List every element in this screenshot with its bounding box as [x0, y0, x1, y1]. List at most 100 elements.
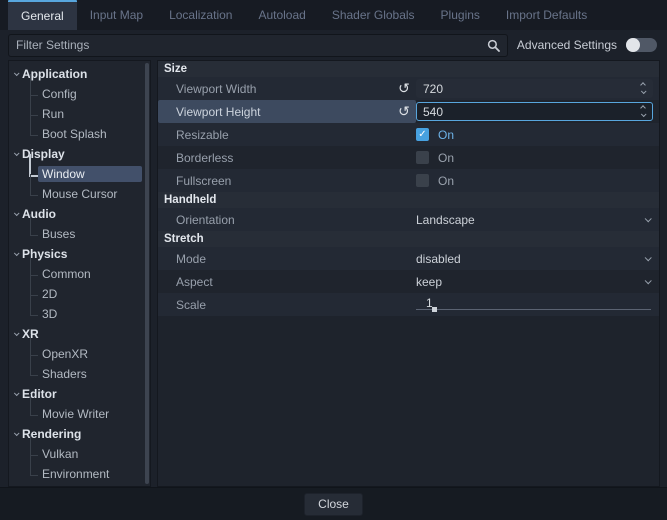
settings-tree: ApplicationConfigRunBoot SplashDisplayWi…: [8, 60, 151, 487]
toggle-knob-icon: [626, 38, 640, 52]
dropdown-value: Landscape: [416, 213, 645, 227]
tab-bar: GeneralInput MapLocalizationAutoloadShad…: [0, 0, 667, 30]
footer-bar: Close: [0, 487, 667, 520]
property-row-fullscreen[interactable]: FullscreenOn: [158, 169, 659, 192]
property-value-cell: 720: [416, 77, 659, 100]
checkbox-state-label: On: [438, 128, 454, 142]
filter-settings-input[interactable]: Filter Settings: [8, 34, 508, 57]
revert-icon[interactable]: ↺: [392, 78, 416, 99]
slider-grabber[interactable]: [432, 307, 437, 312]
chevron-down-icon: [14, 210, 20, 216]
dropdown-mode[interactable]: disabled: [416, 247, 659, 270]
settings-tree-items: ApplicationConfigRunBoot SplashDisplayWi…: [9, 64, 150, 484]
spinner-control[interactable]: [641, 106, 646, 117]
scrollbar-handle[interactable]: [145, 63, 149, 484]
property-row-viewport-height[interactable]: Viewport Height↺ 540: [158, 100, 659, 123]
spin-value: 540: [423, 105, 641, 119]
sidebar-item-3d[interactable]: 3D: [9, 304, 150, 324]
chevron-down-icon: [14, 430, 20, 436]
chevron-down-icon: [645, 277, 652, 284]
checkbox-borderless[interactable]: [416, 151, 429, 164]
sidebar-scrollbar[interactable]: [145, 63, 149, 484]
tab-plugins[interactable]: Plugins: [428, 0, 493, 30]
tab-shader-globals[interactable]: Shader Globals: [319, 0, 428, 30]
property-label: Mode: [158, 252, 416, 266]
spin-input-viewport-height[interactable]: 540: [416, 102, 653, 121]
property-label: Aspect: [158, 275, 416, 289]
advanced-settings-label: Advanced Settings: [517, 38, 617, 52]
sidebar-item-mouse-cursor[interactable]: Mouse Cursor: [9, 184, 150, 204]
sidebar-item-label: Audio: [22, 207, 56, 221]
property-label: Fullscreen: [158, 174, 416, 188]
spinner-up-icon: [640, 105, 646, 111]
advanced-settings-toggle[interactable]: [626, 38, 657, 52]
sidebar-item-label: 3D: [38, 306, 150, 322]
chevron-down-icon: [14, 250, 20, 256]
property-row-scale[interactable]: Scale1: [158, 293, 659, 316]
property-value-cell: On: [416, 169, 659, 192]
property-label-cell: Fullscreen: [158, 169, 416, 192]
sidebar-item-buses[interactable]: Buses: [9, 224, 150, 244]
spin-input-viewport-width[interactable]: 720: [416, 79, 653, 98]
sidebar-item-label: Vulkan: [38, 446, 150, 462]
sidebar-item-label: Run: [38, 106, 150, 122]
spinner-up-icon: [640, 82, 646, 88]
checkbox-resizable[interactable]: ✓: [416, 128, 429, 141]
properties-list: SizeViewport Width↺720Viewport Height↺54…: [158, 61, 659, 316]
tab-input-map[interactable]: Input Map: [77, 0, 156, 30]
property-row-mode[interactable]: Modedisabled: [158, 247, 659, 270]
property-label: Scale: [158, 298, 416, 312]
tab-import-defaults[interactable]: Import Defaults: [493, 0, 600, 30]
section-header-size: Size: [158, 61, 659, 77]
sidebar-item-label: Environment: [38, 466, 150, 482]
tab-general[interactable]: General: [8, 0, 77, 30]
property-label-cell: Viewport Width↺: [158, 77, 416, 100]
property-row-aspect[interactable]: Aspectkeep: [158, 270, 659, 293]
sidebar-item-shaders[interactable]: Shaders: [9, 364, 150, 384]
sidebar-item-label: Shaders: [38, 366, 150, 382]
dropdown-orientation[interactable]: Landscape: [416, 208, 659, 231]
property-value-cell: 540: [416, 100, 659, 123]
spinner-control[interactable]: [641, 83, 646, 94]
property-label-cell: Borderless: [158, 146, 416, 169]
tab-autoload[interactable]: Autoload: [245, 0, 318, 30]
sidebar-item-boot-splash[interactable]: Boot Splash: [9, 124, 150, 144]
sidebar-item-label: Editor: [22, 387, 57, 401]
property-label-cell: Scale: [158, 293, 416, 316]
property-label-cell: Viewport Height↺: [158, 100, 416, 123]
sidebar-item-label: 2D: [38, 286, 150, 302]
property-label-cell: Orientation: [158, 208, 416, 231]
property-label: Viewport Height: [158, 105, 392, 119]
property-row-orientation[interactable]: OrientationLandscape: [158, 208, 659, 231]
revert-icon[interactable]: ↺: [392, 101, 416, 122]
close-button[interactable]: Close: [304, 493, 363, 516]
sidebar-item-label: Mouse Cursor: [38, 186, 150, 202]
property-row-borderless[interactable]: BorderlessOn: [158, 146, 659, 169]
filter-bar: Filter Settings Advanced Settings: [0, 30, 667, 60]
chevron-down-icon: [645, 254, 652, 261]
sidebar-item-label: Window: [38, 166, 142, 182]
property-label-cell: Aspect: [158, 270, 416, 293]
property-row-viewport-width[interactable]: Viewport Width↺ 720: [158, 77, 659, 100]
sidebar-item-label: Buses: [38, 226, 150, 242]
section-header-stretch: Stretch: [158, 231, 659, 247]
chevron-down-icon: [645, 215, 652, 222]
dropdown-value: disabled: [416, 252, 645, 266]
sidebar-item-label: OpenXR: [38, 346, 150, 362]
sidebar-item-environment[interactable]: Environment: [9, 464, 150, 484]
sidebar-item-movie-writer[interactable]: Movie Writer: [9, 404, 150, 424]
property-label-cell: Mode: [158, 247, 416, 270]
dropdown-aspect[interactable]: keep: [416, 270, 659, 293]
property-row-resizable[interactable]: Resizable✓On: [158, 123, 659, 146]
checkbox-fullscreen[interactable]: [416, 174, 429, 187]
slider-scale[interactable]: 1: [416, 293, 653, 316]
check-icon: ✓: [418, 130, 426, 140]
spin-value: 720: [423, 82, 641, 96]
project-settings-window: GeneralInput MapLocalizationAutoloadShad…: [0, 0, 667, 520]
spinner-down-icon: [641, 88, 647, 94]
chevron-down-icon: [14, 150, 20, 156]
tab-localization[interactable]: Localization: [156, 0, 245, 30]
chevron-down-icon: [14, 390, 20, 396]
properties-panel: SizeViewport Width↺720Viewport Height↺54…: [157, 60, 660, 487]
property-label: Viewport Width: [158, 82, 392, 96]
